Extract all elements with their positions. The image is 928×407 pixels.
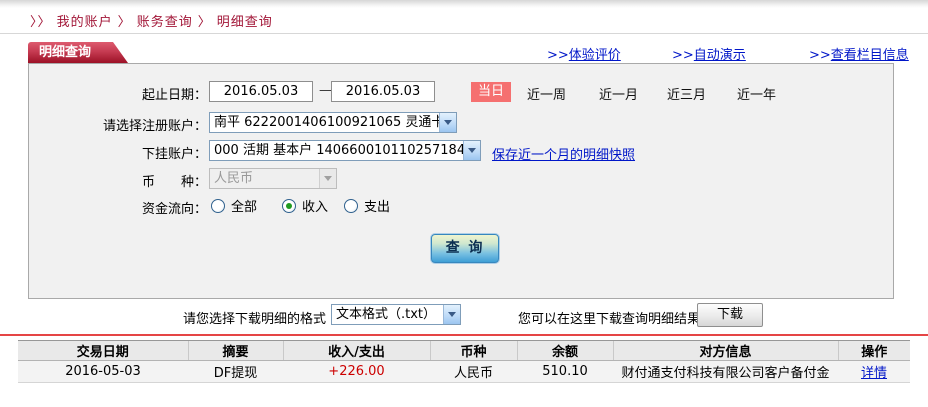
download-format-label: 请您选择下载明细的格式 xyxy=(183,312,327,327)
flow-radio-income-label: 收入 xyxy=(302,200,329,215)
currency-label: 币 种： xyxy=(141,175,207,190)
quick-range-year[interactable]: 近一年 xyxy=(737,84,776,103)
download-format-select[interactable]: 文本格式（.txt） xyxy=(331,304,461,325)
currency-select: 人民币 xyxy=(209,168,337,189)
start-date-input[interactable]: 2016.05.03 xyxy=(209,81,313,102)
col-header-currency: 币种 xyxy=(429,340,517,361)
table-row: 2016-05-03 DF提现 +226.00 人民币 510.10 财付通支付… xyxy=(18,360,910,383)
quick-range-today-badge[interactable]: 当日 xyxy=(471,82,511,102)
breadcrumb: 〉〉 我的账户〉账务查询〉明细查询 xyxy=(30,11,273,30)
download-button[interactable]: 下载 xyxy=(697,303,763,327)
sub-account-value: 000 活期 基本户 1406600101102571848 xyxy=(214,143,474,158)
breadcrumb-item-detail-query[interactable]: 明细查询 xyxy=(217,15,273,30)
cell-currency: 人民币 xyxy=(430,360,517,383)
chevron-down-icon xyxy=(319,169,336,188)
breadcrumb-item-account-query[interactable]: 账务查询 xyxy=(137,15,193,30)
col-header-counterparty: 对方信息 xyxy=(612,340,838,361)
chevron-down-icon[interactable] xyxy=(439,113,456,132)
cell-balance: 510.10 xyxy=(517,360,613,383)
table-header-row: 交易日期 摘要 收入/支出 币种 余额 对方信息 操作 xyxy=(18,340,910,361)
breadcrumb-separator: 〉 xyxy=(117,15,132,30)
end-date-input[interactable]: 2016.05.03 xyxy=(331,81,435,102)
cell-summary: DF提现 xyxy=(188,360,283,383)
cell-counterparty: 财付通支付科技有限公司客户备付金 xyxy=(613,360,838,383)
flow-label: 资金流向： xyxy=(141,202,207,217)
cell-amount: +226.00 xyxy=(283,360,430,383)
link-prefix: >> xyxy=(672,48,694,63)
breadcrumb-separator: 〉 xyxy=(197,15,212,30)
flow-radio-expense-label: 支出 xyxy=(364,200,391,215)
col-header-amount: 收入/支出 xyxy=(282,340,430,361)
breadcrumb-prefix: 〉〉 xyxy=(30,15,52,30)
link-column-info[interactable]: >>查看栏目信息 xyxy=(809,44,909,63)
flow-radio-all-label: 全部 xyxy=(231,200,258,215)
radio-icon[interactable] xyxy=(344,198,358,213)
register-account-value: 南平 6222001406100921065 灵通卡 xyxy=(214,115,445,130)
chevron-down-icon[interactable] xyxy=(463,141,480,160)
link-prefix: >> xyxy=(547,48,569,63)
cell-action: 详情 xyxy=(838,360,910,383)
date-range-label: 起止日期： xyxy=(141,88,207,103)
cell-date: 2016-05-03 xyxy=(18,360,188,383)
breadcrumb-item-my-account[interactable]: 我的账户 xyxy=(57,15,113,30)
col-header-action: 操作 xyxy=(837,340,910,361)
page-title-tab: 明细查询 xyxy=(28,42,128,63)
radio-icon[interactable] xyxy=(282,198,296,213)
chevron-down-icon[interactable] xyxy=(443,305,460,324)
col-header-summary: 摘要 xyxy=(187,340,283,361)
download-format-value: 文本格式（.txt） xyxy=(336,307,437,322)
quick-range-week[interactable]: 近一周 xyxy=(527,84,566,103)
top-divider xyxy=(0,33,928,34)
snapshot-link[interactable]: 保存近一个月的明细快照 xyxy=(492,144,635,163)
quick-range-month[interactable]: 近一月 xyxy=(599,84,638,103)
col-header-date: 交易日期 xyxy=(18,340,188,361)
section-divider xyxy=(0,334,928,336)
col-header-balance: 余额 xyxy=(516,340,613,361)
register-account-label: 请选择注册账户： xyxy=(102,119,207,134)
register-account-select[interactable]: 南平 6222001406100921065 灵通卡 xyxy=(209,112,457,133)
flow-radio-income[interactable]: 收入 xyxy=(282,196,328,215)
query-form-panel: 起止日期： 2016.05.03 — 2016.05.03 当日 近一周 近一月… xyxy=(28,63,894,299)
detail-link[interactable]: 详情 xyxy=(861,366,887,381)
flow-radio-expense[interactable]: 支出 xyxy=(344,196,390,215)
link-auto-demo[interactable]: >>自动演示 xyxy=(672,44,746,63)
sub-account-label: 下挂账户： xyxy=(141,147,207,162)
currency-value: 人民币 xyxy=(214,171,254,186)
link-experience-rating[interactable]: >>体验评价 xyxy=(547,44,621,63)
quick-range-quarter[interactable]: 近三月 xyxy=(667,84,706,103)
link-prefix: >> xyxy=(809,48,831,63)
result-table: 交易日期 摘要 收入/支出 币种 余额 对方信息 操作 2016-05-03 D… xyxy=(18,340,910,383)
flow-radio-all[interactable]: 全部 xyxy=(211,196,257,215)
download-hint: 您可以在这里下载查询明细结果 xyxy=(518,312,701,327)
radio-icon[interactable] xyxy=(211,198,225,213)
query-button[interactable]: 查 询 xyxy=(431,234,499,263)
sub-account-select[interactable]: 000 活期 基本户 1406600101102571848 xyxy=(209,140,481,161)
page-top-strip xyxy=(0,0,928,8)
